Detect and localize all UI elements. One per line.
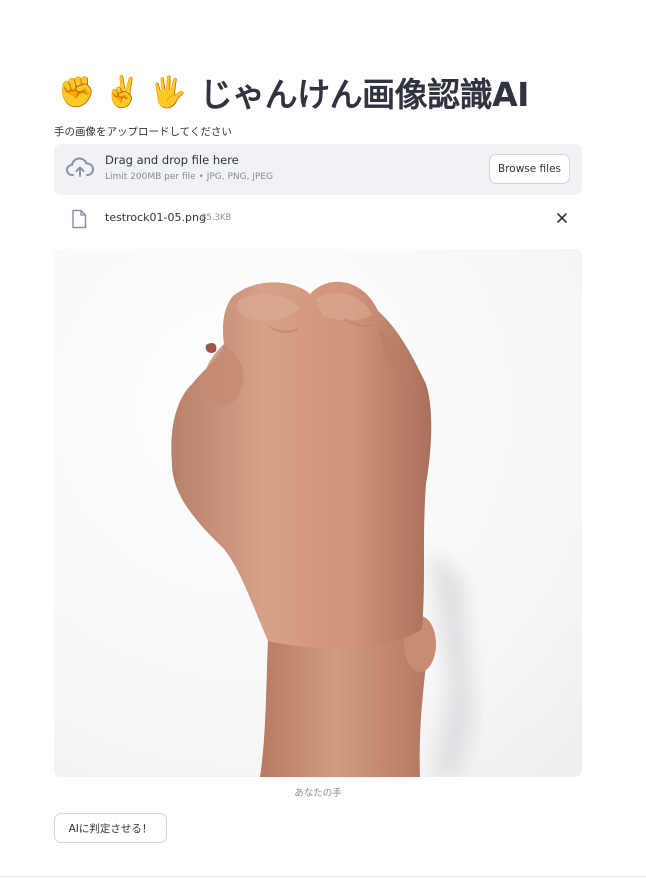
uploaded-file-name: testrock01-05.png [105, 211, 206, 224]
hand-photo [54, 249, 582, 777]
open-hand-emoji: 🖐️ [149, 74, 187, 110]
fist-emoji: ✊ [58, 74, 95, 110]
file-icon [71, 209, 87, 229]
victory-hand-emoji: ✌️ [103, 74, 141, 110]
dropzone-hint: Limit 200MB per file • JPG, PNG, JPEG [105, 172, 274, 182]
predict-button[interactable]: AIに判定させる！ [54, 813, 167, 843]
uploader-label: 手の画像をアップロードしてください [54, 126, 232, 138]
page-title-text: じゃんけん画像認識AI [199, 75, 530, 114]
dropzone-title: Drag and drop file here [105, 153, 239, 167]
cloud-upload-icon [66, 157, 94, 179]
uploaded-file-size: 85.3KB [201, 212, 232, 223]
image-caption: あなたの手 [294, 788, 342, 799]
close-icon[interactable] [554, 210, 570, 226]
app-page: ✊ ✌️ 🖐️ じゃんけん画像認識AI 手の画像をアップロードしてください Dr… [0, 0, 646, 879]
browse-files-button[interactable]: Browse files [489, 154, 570, 184]
uploaded-hand-image [54, 249, 582, 777]
page-title: ✊ ✌️ 🖐️ じゃんけん画像認識AI [58, 68, 529, 116]
file-dropzone[interactable]: Drag and drop file here Limit 200MB per … [54, 144, 582, 195]
uploaded-file-row: testrock01-05.png 85.3KB [54, 204, 582, 234]
divider [0, 876, 646, 877]
